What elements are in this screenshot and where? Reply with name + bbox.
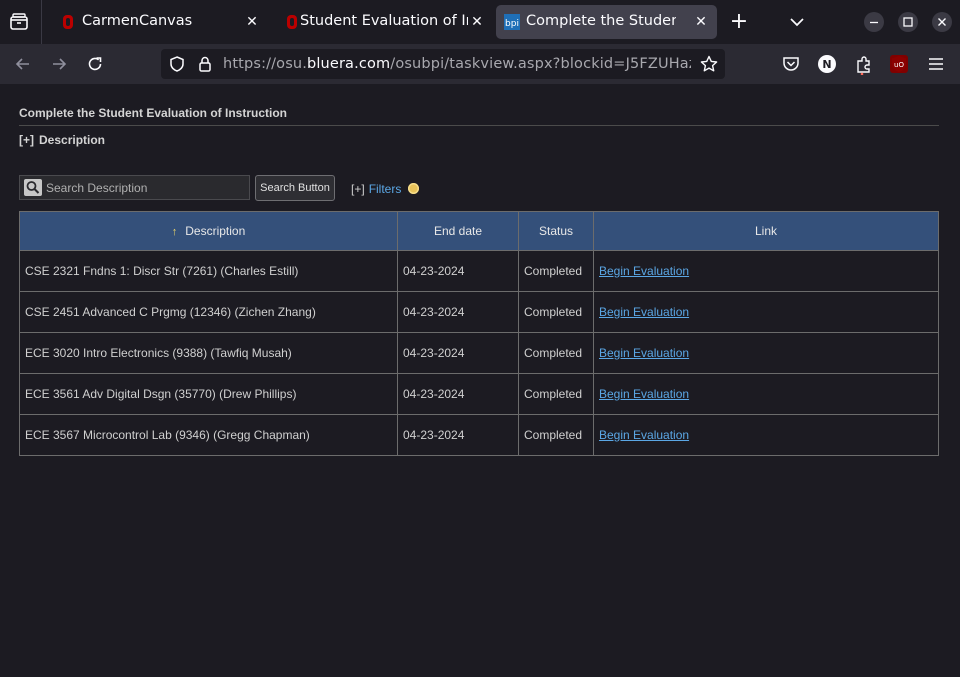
table-row: CSE 2321 Fndns 1: Discr Str (7261) (Char… xyxy=(19,250,939,292)
url-path: /osubpi/taskview.aspx?blockid=J5FZUHazu& xyxy=(390,56,691,72)
cell-status: Completed xyxy=(518,250,594,292)
n-extension-icon[interactable]: N xyxy=(818,55,836,73)
bluera-bpi-icon: bpi xyxy=(504,14,520,30)
pocket-icon[interactable] xyxy=(780,53,802,75)
url-text[interactable]: https://osu.bluera.com/osubpi/taskview.a… xyxy=(223,56,691,72)
page-title: Complete the Student Evaluation of Instr… xyxy=(19,106,288,120)
firefox-view-icon[interactable] xyxy=(8,11,30,33)
osu-block-o-icon xyxy=(60,14,76,30)
lock-icon[interactable] xyxy=(196,55,214,73)
cell-status: Completed xyxy=(518,373,594,415)
table-row: ECE 3020 Intro Electronics (9388) (Tawfi… xyxy=(19,332,939,374)
tab-complete-evaluation[interactable]: bpi Complete the Student Ev ✕ xyxy=(496,5,717,39)
tab-student-evaluation[interactable]: Student Evaluation of Ins ✕ xyxy=(271,5,493,39)
table-row: CSE 2451 Advanced C Prgmg (12346) (Ziche… xyxy=(19,291,939,333)
expand-bracket: [+] xyxy=(351,182,365,196)
back-icon[interactable] xyxy=(12,53,34,75)
cell-link: Begin Evaluation xyxy=(593,250,939,292)
tab-carmencanvas[interactable]: CarmenCanvas ✕ xyxy=(47,5,268,39)
column-header-end-date[interactable]: End date xyxy=(397,211,519,251)
begin-evaluation-link[interactable]: Begin Evaluation xyxy=(599,428,689,442)
svg-text:uO: uO xyxy=(894,61,904,69)
search-box xyxy=(19,175,250,200)
navigation-toolbar: https://osu.bluera.com/osubpi/taskview.a… xyxy=(0,44,960,84)
search-icon xyxy=(24,179,42,196)
cell-end-date: 04-23-2024 xyxy=(397,291,519,333)
cell-description: CSE 2321 Fndns 1: Discr Str (7261) (Char… xyxy=(19,250,398,292)
column-header-label: Description xyxy=(185,224,246,238)
begin-evaluation-link[interactable]: Begin Evaluation xyxy=(599,387,689,401)
tracking-protection-shield-icon[interactable] xyxy=(168,55,186,73)
cell-description: ECE 3020 Intro Electronics (9388) (Tawfi… xyxy=(19,332,398,374)
column-header-description[interactable]: ↑ Description xyxy=(19,211,398,251)
search-button[interactable]: Search Button xyxy=(255,175,335,201)
begin-evaluation-link[interactable]: Begin Evaluation xyxy=(599,264,689,278)
svg-text:N: N xyxy=(822,58,831,71)
table-row: ECE 3567 Microcontrol Lab (9346) (Gregg … xyxy=(19,414,939,456)
maximize-icon[interactable] xyxy=(898,12,918,32)
filter-indicator-icon xyxy=(408,183,420,194)
page-content: Complete the Student Evaluation of Instr… xyxy=(0,84,960,677)
minimize-icon[interactable] xyxy=(864,12,884,32)
table-header-row: ↑ Description End date Status Link xyxy=(19,211,939,251)
close-window-icon[interactable] xyxy=(932,12,952,32)
cell-link: Begin Evaluation xyxy=(593,291,939,333)
cell-description: ECE 3561 Adv Digital Dsgn (35770) (Drew … xyxy=(19,373,398,415)
sort-ascending-icon: ↑ xyxy=(171,226,178,238)
svg-text:bpi: bpi xyxy=(505,19,519,29)
column-header-status[interactable]: Status xyxy=(518,211,594,251)
description-toggle[interactable]: [+] Description xyxy=(19,133,105,147)
osu-block-o-icon xyxy=(284,14,300,30)
url-host: bluera.com xyxy=(307,56,391,72)
begin-evaluation-link[interactable]: Begin Evaluation xyxy=(599,305,689,319)
forward-icon[interactable] xyxy=(48,53,70,75)
title-divider xyxy=(19,125,939,126)
evaluations-table: ↑ Description End date Status Link CSE 23… xyxy=(19,211,939,456)
search-input[interactable] xyxy=(46,176,246,199)
filters-toggle[interactable]: [+] Filters xyxy=(351,182,420,196)
close-icon[interactable]: ✕ xyxy=(469,14,485,30)
tab-title: Complete the Student Ev xyxy=(526,13,676,29)
begin-evaluation-link[interactable]: Begin Evaluation xyxy=(599,346,689,360)
cell-description: ECE 3567 Microcontrol Lab (9346) (Gregg … xyxy=(19,414,398,456)
column-header-link[interactable]: Link xyxy=(593,211,939,251)
extensions-puzzle-icon[interactable] xyxy=(853,53,875,76)
tab-title: Student Evaluation of Ins xyxy=(300,13,468,29)
close-icon[interactable]: ✕ xyxy=(244,14,260,30)
cell-description: CSE 2451 Advanced C Prgmg (12346) (Ziche… xyxy=(19,291,398,333)
description-toggle-label: Description xyxy=(39,133,106,147)
url-prefix: https://osu. xyxy=(223,56,307,72)
list-all-tabs-icon[interactable] xyxy=(787,11,807,33)
cell-link: Begin Evaluation xyxy=(593,373,939,415)
cell-link: Begin Evaluation xyxy=(593,332,939,374)
table-row: ECE 3561 Adv Digital Dsgn (35770) (Drew … xyxy=(19,373,939,415)
cell-end-date: 04-23-2024 xyxy=(397,373,519,415)
cell-status: Completed xyxy=(518,291,594,333)
cell-end-date: 04-23-2024 xyxy=(397,414,519,456)
hamburger-menu-icon[interactable] xyxy=(925,53,947,75)
new-tab-icon[interactable]: + xyxy=(729,11,749,33)
cell-end-date: 04-23-2024 xyxy=(397,332,519,374)
expand-bracket: [+] xyxy=(19,133,34,147)
bookmark-star-icon[interactable] xyxy=(699,54,719,74)
cell-status: Completed xyxy=(518,414,594,456)
close-icon[interactable]: ✕ xyxy=(693,14,709,30)
cell-status: Completed xyxy=(518,332,594,374)
tab-title: CarmenCanvas xyxy=(82,13,193,29)
address-bar[interactable]: https://osu.bluera.com/osubpi/taskview.a… xyxy=(161,49,725,79)
cell-link: Begin Evaluation xyxy=(593,414,939,456)
reload-icon[interactable] xyxy=(84,53,106,75)
ublock-origin-icon[interactable]: uO xyxy=(890,55,908,73)
cell-end-date: 04-23-2024 xyxy=(397,250,519,292)
tab-separator xyxy=(41,0,42,44)
filters-link[interactable]: Filters xyxy=(369,182,402,196)
tab-strip: CarmenCanvas ✕ Student Evaluation of Ins… xyxy=(0,0,960,44)
